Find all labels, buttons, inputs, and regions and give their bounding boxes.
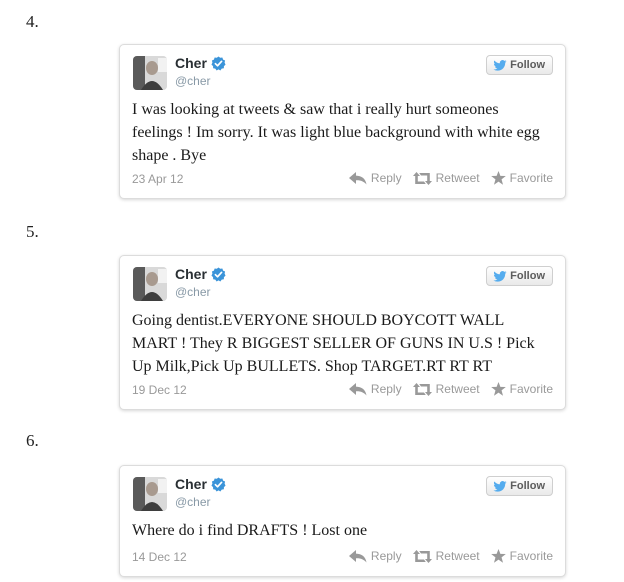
tweet-text: Going dentist.EVERYONE SHOULD BOYCOTT WA… bbox=[132, 312, 535, 375]
retweet-button[interactable]: Retweet bbox=[412, 382, 480, 396]
avatar[interactable] bbox=[133, 56, 167, 90]
favorite-button[interactable]: Favorite bbox=[490, 171, 553, 185]
display-name-text: Cher bbox=[175, 266, 207, 282]
tweet-date[interactable]: 14 Dec 12 bbox=[132, 550, 187, 564]
tweet-card: Cher @cher Follow Where do i find DRAFTS… bbox=[119, 465, 566, 577]
retweet-button[interactable]: Retweet bbox=[412, 549, 480, 563]
retweet-button[interactable]: Retweet bbox=[412, 171, 480, 185]
twitter-bird-icon bbox=[493, 480, 507, 492]
verified-badge-icon bbox=[211, 56, 226, 71]
tweet-footer: 14 Dec 12 Reply Retweet Favorite bbox=[132, 549, 553, 565]
verified-badge-icon bbox=[211, 267, 226, 282]
tweet-date[interactable]: 23 Apr 12 bbox=[132, 172, 183, 186]
follow-button[interactable]: Follow bbox=[486, 266, 553, 286]
retweet-label: Retweet bbox=[435, 171, 480, 185]
display-name[interactable]: Cher bbox=[175, 476, 226, 492]
tweet-card: Cher @cher Follow Going dentist.EVERYONE… bbox=[119, 255, 566, 410]
favorite-label: Favorite bbox=[509, 171, 553, 185]
favorite-button[interactable]: Favorite bbox=[490, 382, 553, 396]
display-name-text: Cher bbox=[175, 55, 207, 71]
star-icon bbox=[490, 382, 506, 396]
retweet-icon bbox=[412, 549, 432, 563]
follow-button[interactable]: Follow bbox=[486, 55, 553, 75]
retweet-icon bbox=[412, 382, 432, 396]
tweet-text: I was looking at tweets & saw that i rea… bbox=[132, 101, 540, 164]
reply-label: Reply bbox=[370, 549, 402, 563]
verified-badge-icon bbox=[211, 477, 226, 492]
retweet-label: Retweet bbox=[435, 549, 480, 563]
user-handle[interactable]: @cher bbox=[175, 74, 211, 88]
follow-label: Follow bbox=[510, 59, 545, 71]
item-number: 4. bbox=[26, 12, 39, 31]
reply-icon bbox=[348, 171, 367, 184]
tweet-footer: 19 Dec 12 Reply Retweet Favorite bbox=[132, 382, 553, 398]
tweet-text: Where do i find DRAFTS ! Lost one bbox=[132, 522, 368, 539]
follow-button[interactable]: Follow bbox=[486, 476, 553, 496]
avatar[interactable] bbox=[133, 267, 167, 301]
tweet-actions: Reply Retweet Favorite bbox=[338, 549, 553, 563]
tweet-date[interactable]: 19 Dec 12 bbox=[132, 383, 187, 397]
favorite-button[interactable]: Favorite bbox=[490, 549, 553, 563]
avatar[interactable] bbox=[133, 477, 167, 511]
reply-button[interactable]: Reply bbox=[348, 382, 402, 396]
tweet-actions: Reply Retweet Favorite bbox=[338, 171, 553, 185]
item-number: 6. bbox=[26, 431, 39, 450]
retweet-icon bbox=[412, 171, 432, 185]
display-name-text: Cher bbox=[175, 476, 207, 492]
tweet-card: Cher @cher Follow I was looking at tweet… bbox=[119, 44, 566, 199]
tweet-footer: 23 Apr 12 Reply Retweet Favorite bbox=[132, 171, 553, 187]
display-name[interactable]: Cher bbox=[175, 266, 226, 282]
reply-button[interactable]: Reply bbox=[348, 171, 402, 185]
reply-icon bbox=[348, 549, 367, 562]
star-icon bbox=[490, 549, 506, 563]
reply-label: Reply bbox=[370, 382, 402, 396]
tweet-actions: Reply Retweet Favorite bbox=[338, 382, 553, 396]
follow-label: Follow bbox=[510, 270, 545, 282]
follow-label: Follow bbox=[510, 480, 545, 492]
twitter-bird-icon bbox=[493, 270, 507, 282]
favorite-label: Favorite bbox=[509, 549, 553, 563]
reply-icon bbox=[348, 382, 367, 395]
retweet-label: Retweet bbox=[435, 382, 480, 396]
item-number: 5. bbox=[26, 222, 39, 241]
user-handle[interactable]: @cher bbox=[175, 285, 211, 299]
star-icon bbox=[490, 171, 506, 185]
twitter-bird-icon bbox=[493, 59, 507, 71]
reply-button[interactable]: Reply bbox=[348, 549, 402, 563]
reply-label: Reply bbox=[370, 171, 402, 185]
user-handle[interactable]: @cher bbox=[175, 495, 211, 509]
display-name[interactable]: Cher bbox=[175, 55, 226, 71]
favorite-label: Favorite bbox=[509, 382, 553, 396]
